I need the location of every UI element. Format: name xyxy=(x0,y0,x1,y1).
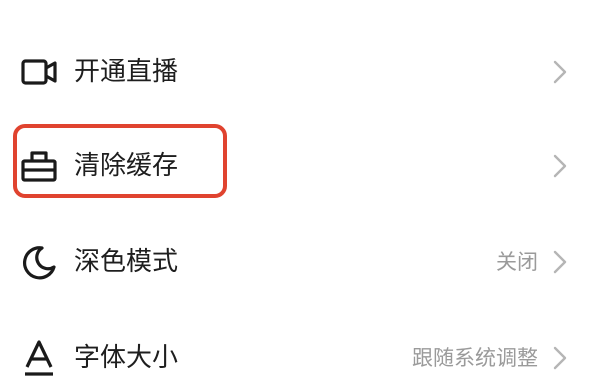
chevron-right-icon xyxy=(546,344,574,372)
settings-item-label: 深色模式 xyxy=(74,247,179,277)
settings-item-label: 字体大小 xyxy=(74,343,179,373)
chevron-right-icon xyxy=(546,152,574,180)
settings-item-clear-cache[interactable]: 清除缓存 xyxy=(0,126,602,206)
font-size-icon xyxy=(20,339,58,377)
broom-bag-icon xyxy=(20,147,58,185)
settings-item-font-size[interactable]: 字体大小 跟随系统调整 xyxy=(0,318,602,392)
settings-item-dark-mode[interactable]: 深色模式 关闭 xyxy=(0,222,602,302)
settings-list: 开通直播 清除缓存 深色模式 关闭 字体大小 跟随系统调整 xyxy=(0,0,602,392)
moon-icon xyxy=(20,243,58,281)
settings-item-value: 跟随系统调整 xyxy=(412,346,538,370)
video-camera-icon xyxy=(20,53,58,91)
settings-item-live-streaming[interactable]: 开通直播 xyxy=(0,32,602,112)
settings-item-label: 清除缓存 xyxy=(74,151,179,181)
settings-item-value: 关闭 xyxy=(496,250,538,274)
chevron-right-icon xyxy=(546,58,574,86)
chevron-right-icon xyxy=(546,248,574,276)
settings-item-label: 开通直播 xyxy=(74,57,179,87)
